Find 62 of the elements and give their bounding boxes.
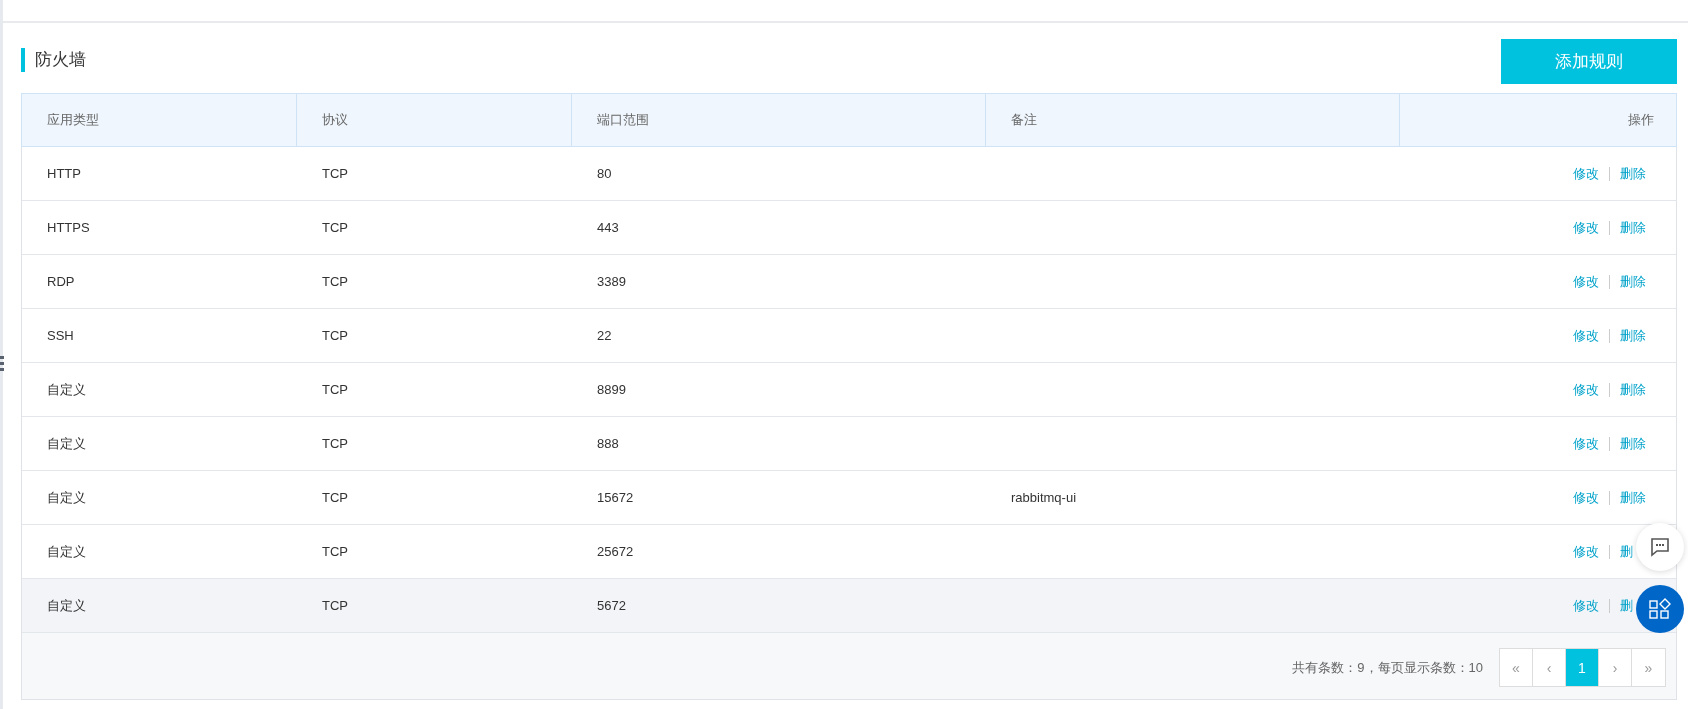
delete-link[interactable]: 删 — [1620, 543, 1633, 559]
table-cell: TCP — [322, 490, 348, 505]
page-button[interactable]: › — [1599, 649, 1632, 686]
edit-link[interactable]: 修改 — [1573, 380, 1599, 399]
table-cell: rabbitmq-ui — [1011, 490, 1077, 505]
page-button[interactable]: ‹ — [1533, 649, 1566, 686]
table-cell: 443 — [597, 220, 619, 235]
table-cell: TCP — [322, 328, 348, 343]
edit-link[interactable]: 修改 — [1573, 542, 1599, 561]
delete-link[interactable]: 删除 — [1620, 327, 1646, 343]
column-header: 应用类型 — [22, 94, 297, 146]
edit-link[interactable]: 修改 — [1573, 164, 1599, 183]
delete-link[interactable]: 删除 — [1620, 435, 1646, 451]
delete-link[interactable]: 删除 — [1620, 219, 1646, 235]
table-cell: TCP — [322, 544, 348, 559]
table-cell: TCP — [322, 274, 348, 289]
table-cell: 自定义 — [47, 488, 86, 507]
page-button[interactable]: « — [1500, 649, 1533, 686]
edit-link[interactable]: 修改 — [1573, 326, 1599, 345]
apps-grid-icon — [1649, 598, 1671, 620]
page-button[interactable]: 1 — [1566, 649, 1599, 686]
table-cell: 80 — [597, 166, 612, 181]
column-header: 端口范围 — [572, 94, 986, 146]
table-cell: 3389 — [597, 274, 626, 289]
chat-bubble-icon — [1650, 537, 1670, 557]
delete-link[interactable]: 删除 — [1620, 489, 1646, 505]
table-cell: 8899 — [597, 382, 626, 397]
table-cell: TCP — [322, 382, 348, 397]
edit-link[interactable]: 修改 — [1573, 488, 1599, 507]
column-header: 操作 — [1627, 111, 1655, 129]
table-cell: 自定义 — [47, 380, 86, 399]
section-title: 防火墙 — [21, 48, 86, 72]
table-cell: RDP — [47, 274, 75, 289]
table-cell: TCP — [322, 166, 348, 181]
column-header: 协议 — [297, 94, 572, 146]
edit-link[interactable]: 修改 — [1573, 272, 1599, 291]
table-cell: 自定义 — [47, 542, 86, 561]
table-cell: 自定义 — [47, 596, 86, 615]
table-cell: TCP — [322, 220, 348, 235]
table-cell: TCP — [322, 598, 348, 613]
table-cell: TCP — [322, 436, 348, 451]
delete-link[interactable]: 删除 — [1620, 381, 1646, 397]
column-header: 备注 — [986, 94, 1400, 146]
edit-link[interactable]: 修改 — [1573, 434, 1599, 453]
table-cell: 5672 — [597, 598, 626, 613]
drag-handle-icon[interactable] — [0, 356, 4, 372]
table-cell: 888 — [597, 436, 619, 451]
add-rule-button[interactable]: 添加规则 — [1501, 38, 1677, 84]
total-count-text: 共有条数：9，每页显示条数：10 — [1292, 659, 1483, 677]
table-cell: 22 — [597, 328, 612, 343]
page-button[interactable]: » — [1632, 649, 1665, 686]
table-cell: 15672 — [597, 490, 634, 505]
edit-link[interactable]: 修改 — [1573, 218, 1599, 237]
delete-link[interactable]: 删 — [1620, 597, 1633, 613]
delete-link[interactable]: 删除 — [1620, 273, 1646, 289]
table-cell: HTTPS — [47, 220, 90, 235]
table-cell: 自定义 — [47, 434, 86, 453]
table-cell: SSH — [47, 328, 74, 343]
table-cell: HTTP — [47, 166, 81, 181]
table-cell: 25672 — [597, 544, 634, 559]
edit-link[interactable]: 修改 — [1573, 596, 1599, 615]
delete-link[interactable]: 删除 — [1620, 165, 1646, 181]
